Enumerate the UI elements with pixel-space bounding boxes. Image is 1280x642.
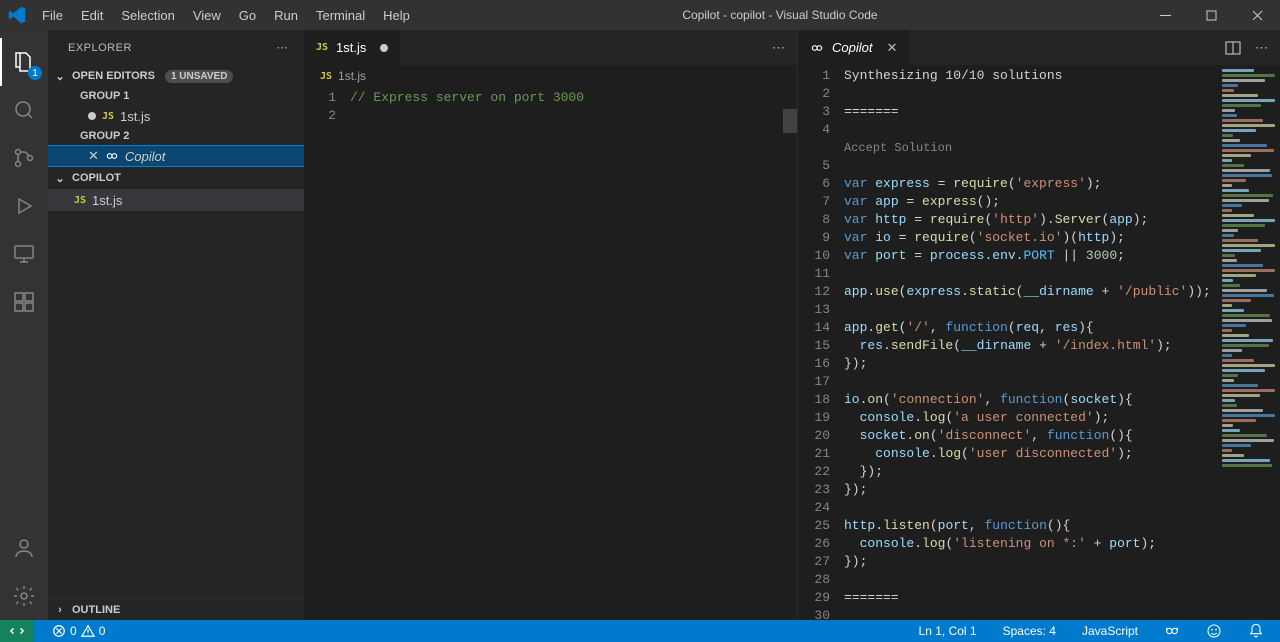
title-bar: FileEditSelectionViewGoRunTerminalHelp C…	[0, 0, 1280, 30]
indentation-indicator[interactable]: Spaces: 4	[997, 620, 1062, 642]
code-content[interactable]: // Express server on port 3000	[350, 87, 797, 620]
explorer-sidebar: EXPLORER ⋯ ⌄ OPEN EDITORS 1 UNSAVED GROU…	[48, 30, 304, 620]
close-icon[interactable]: ✕	[886, 40, 897, 56]
menu-help[interactable]: Help	[375, 4, 418, 27]
accept-solution-codelens[interactable]: Accept Solution	[844, 139, 1218, 157]
menu-file[interactable]: File	[34, 4, 71, 27]
menu-edit[interactable]: Edit	[73, 4, 111, 27]
menu-bar: FileEditSelectionViewGoRunTerminalHelp	[34, 4, 418, 27]
editor-more-icon[interactable]: ⋯	[1255, 40, 1268, 56]
code-content[interactable]: Synthesizing 10/10 solutions=======Accep…	[844, 65, 1218, 620]
javascript-file-icon: JS	[320, 71, 332, 82]
open-editor-row-1stjs[interactable]: JS 1st.js	[48, 105, 304, 127]
run-debug-activity[interactable]	[0, 182, 48, 230]
problems-indicator[interactable]: 0 0	[46, 620, 111, 642]
editor-groups: JS 1st.js ⋯ JS 1st.js 12 // Express serv…	[304, 30, 1280, 620]
activity-badge: 1	[28, 66, 42, 80]
search-activity[interactable]	[0, 86, 48, 134]
tab-copilot[interactable]: Copilot ✕	[798, 30, 910, 65]
workspace-file-label: 1st.js	[92, 193, 122, 208]
menu-terminal[interactable]: Terminal	[308, 4, 373, 27]
line-gutter: 1234567891011121314151617181920212223242…	[798, 65, 844, 620]
extensions-activity[interactable]	[0, 278, 48, 326]
minimize-button[interactable]	[1142, 0, 1188, 30]
open-editors-group-2: GROUP 2	[48, 127, 304, 145]
editor-group-2: Copilot ✕ ⋯ 1234567891011121314151617181…	[798, 30, 1280, 620]
overview-ruler	[783, 109, 797, 133]
javascript-file-icon: JS	[74, 195, 86, 206]
breadcrumb-label: 1st.js	[338, 69, 366, 83]
vscode-logo-icon	[0, 6, 34, 24]
open-editor-label: 1st.js	[120, 109, 150, 124]
code-editor[interactable]: 1234567891011121314151617181920212223242…	[798, 65, 1280, 620]
menu-go[interactable]: Go	[231, 4, 264, 27]
feedback-icon[interactable]	[1200, 620, 1228, 642]
menu-run[interactable]: Run	[266, 4, 306, 27]
close-button[interactable]	[1234, 0, 1280, 30]
editor-more-icon[interactable]: ⋯	[772, 40, 785, 56]
status-bar: 0 0 Ln 1, Col 1 Spaces: 4 JavaScript	[0, 620, 1280, 642]
chevron-right-icon: ›	[52, 604, 68, 616]
source-control-activity[interactable]	[0, 134, 48, 182]
copilot-file-icon	[105, 149, 119, 163]
minimap[interactable]	[1218, 65, 1280, 620]
open-editors-section[interactable]: ⌄ OPEN EDITORS 1 UNSAVED	[48, 65, 304, 87]
outline-label: OUTLINE	[72, 604, 120, 616]
explorer-more-icon[interactable]: ⋯	[277, 41, 289, 54]
notifications-icon[interactable]	[1242, 620, 1270, 642]
javascript-file-icon: JS	[316, 42, 328, 53]
tab-1stjs[interactable]: JS 1st.js	[304, 30, 401, 65]
menu-selection[interactable]: Selection	[113, 4, 182, 27]
menu-view[interactable]: View	[185, 4, 229, 27]
close-icon[interactable]: ✕	[88, 148, 99, 164]
open-editor-row-copilot[interactable]: ✕ Copilot	[48, 145, 304, 167]
line-gutter: 12	[304, 87, 350, 620]
unsaved-dot-icon	[88, 112, 96, 120]
accounts-activity[interactable]	[0, 524, 48, 572]
open-editors-label: OPEN EDITORS	[72, 70, 155, 82]
cursor-position[interactable]: Ln 1, Col 1	[913, 620, 983, 642]
tab-bar: JS 1st.js ⋯	[304, 30, 797, 65]
unsaved-badge: 1 UNSAVED	[165, 70, 234, 83]
workspace-file-1stjs[interactable]: JS 1st.js	[48, 189, 304, 211]
remote-indicator[interactable]	[0, 620, 34, 642]
workspace-label: COPILOT	[72, 172, 121, 184]
copilot-status-icon[interactable]	[1158, 620, 1186, 642]
copilot-file-icon	[810, 41, 824, 55]
split-editor-icon[interactable]	[1225, 40, 1241, 56]
activity-bar: 1	[0, 30, 48, 620]
explorer-activity[interactable]: 1	[0, 38, 48, 86]
explorer-title: EXPLORER	[68, 42, 132, 54]
open-editor-label: Copilot	[125, 149, 165, 164]
tab-bar: Copilot ✕ ⋯	[798, 30, 1280, 65]
maximize-button[interactable]	[1188, 0, 1234, 30]
editor-group-1: JS 1st.js ⋯ JS 1st.js 12 // Express serv…	[304, 30, 798, 620]
language-mode[interactable]: JavaScript	[1076, 620, 1144, 642]
open-editors-group-1: GROUP 1	[48, 87, 304, 105]
tab-label: 1st.js	[336, 40, 366, 55]
chevron-down-icon: ⌄	[52, 172, 68, 185]
window-title: Copilot - copilot - Visual Studio Code	[418, 8, 1142, 22]
chevron-down-icon: ⌄	[52, 70, 68, 83]
unsaved-dot-icon	[380, 44, 388, 52]
javascript-file-icon: JS	[102, 111, 114, 122]
breadcrumb[interactable]: JS 1st.js	[304, 65, 797, 87]
outline-section[interactable]: › OUTLINE	[48, 598, 304, 620]
remote-explorer-activity[interactable]	[0, 230, 48, 278]
errors-count: 0	[70, 624, 77, 638]
tab-label: Copilot	[832, 40, 872, 55]
warnings-count: 0	[99, 624, 106, 638]
code-editor[interactable]: 12 // Express server on port 3000	[304, 87, 797, 620]
settings-activity[interactable]	[0, 572, 48, 620]
explorer-header: EXPLORER ⋯	[48, 30, 304, 65]
workspace-section[interactable]: ⌄ COPILOT	[48, 167, 304, 189]
